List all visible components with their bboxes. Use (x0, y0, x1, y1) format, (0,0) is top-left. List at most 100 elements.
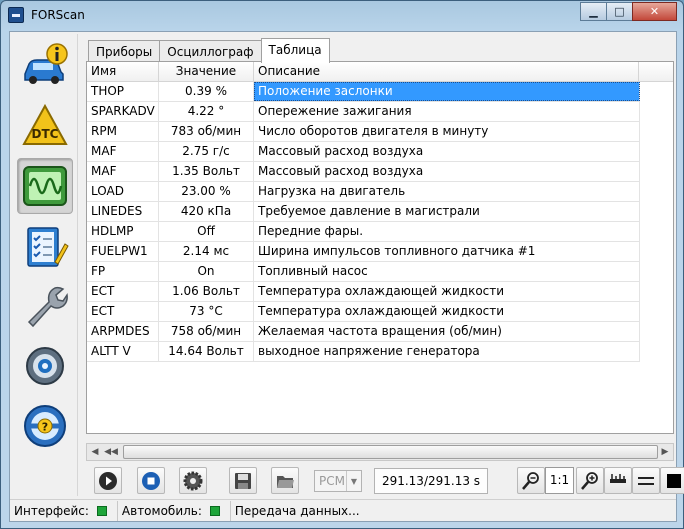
config-button[interactable] (179, 467, 207, 494)
tab-gauges[interactable]: Приборы (88, 40, 161, 63)
cell-description[interactable]: Желаемая частота вращения (об/мин) (254, 322, 640, 341)
stop-button[interactable] (137, 467, 165, 494)
title-bar[interactable]: FORScan ▁ □ ✕ (1, 1, 683, 31)
table-row[interactable]: ECT 73 °C Температура охлаждающей жидкости (87, 302, 640, 322)
cell-description[interactable]: Требуемое давление в магистрали (254, 202, 640, 221)
tab-oscilloscope[interactable]: Осциллограф (159, 40, 262, 63)
chevron-down-icon[interactable]: ▼ (346, 471, 361, 491)
cell-value[interactable]: 2.75 г/с (159, 142, 254, 161)
cell-name[interactable]: ALTT V (87, 342, 159, 361)
scroll-thumb[interactable] (123, 445, 658, 459)
cell-value[interactable]: 14.64 Вольт (159, 342, 254, 361)
sidebar: DTC ? (12, 34, 78, 496)
vehicle-info-button[interactable] (17, 38, 73, 94)
cell-name[interactable]: FUELPW1 (87, 242, 159, 261)
save-button[interactable] (229, 467, 257, 494)
cell-name[interactable]: MAF (87, 142, 159, 161)
cell-description[interactable]: Опережение зажигания (254, 102, 640, 121)
scroll-left-fast-button[interactable]: ◀◀ (103, 444, 119, 460)
table-row[interactable]: MAF 2.75 г/с Массовый расход воздуха (87, 142, 640, 162)
open-button[interactable] (271, 467, 299, 494)
fill-button[interactable] (660, 467, 684, 494)
cell-description[interactable]: Передние фары. (254, 222, 640, 241)
cell-name[interactable]: FP (87, 262, 159, 281)
cell-description[interactable]: Топливный насос (254, 262, 640, 281)
cell-value[interactable]: Off (159, 222, 254, 241)
cell-name[interactable]: RPM (87, 122, 159, 141)
cell-description[interactable]: выходное напряжение генератора (254, 342, 640, 361)
service-button[interactable] (17, 278, 73, 334)
cell-name[interactable]: HDLMP (87, 222, 159, 241)
scroll-right-button[interactable]: ▶ (657, 444, 673, 460)
floppy-disk-icon (235, 472, 251, 489)
settings-button[interactable] (17, 338, 73, 394)
cell-description[interactable]: Нагрузка на двигатель (254, 182, 640, 201)
column-header-description[interactable]: Описание (254, 62, 639, 82)
table-row[interactable]: MAF 1.35 Вольт Массовый расход воздуха (87, 162, 640, 182)
scroll-track[interactable] (119, 444, 658, 460)
window-controls: ▁ □ ✕ (580, 2, 677, 21)
table-row[interactable]: HDLMP Off Передние фары. (87, 222, 640, 242)
maximize-button[interactable]: □ (606, 2, 633, 21)
cell-value[interactable]: 2.14 мс (159, 242, 254, 261)
cell-value[interactable]: 23.00 % (159, 182, 254, 201)
table-row[interactable]: ECT 1.06 Вольт Температура охлаждающей жид… (87, 282, 640, 302)
table-row[interactable]: RPM 783 об/мин Число оборотов двигателя в … (87, 122, 640, 142)
help-button[interactable]: ? (17, 398, 73, 454)
table-row[interactable]: FUELPW1 2.14 мс Ширина импульсов топливног… (87, 242, 640, 262)
table-row[interactable]: THOP 0.39 % Положение заслонки (87, 82, 640, 102)
cell-value[interactable]: On (159, 262, 254, 281)
cell-name[interactable]: ECT (87, 282, 159, 301)
cell-value[interactable]: 1.06 Вольт (159, 282, 254, 301)
table-row[interactable]: ARPMDES 758 об/мин Желаемая частота вращен… (87, 322, 640, 342)
checklist-icon (27, 227, 69, 267)
zoom-in-button[interactable] (576, 467, 604, 494)
scroll-left-button[interactable]: ◀ (87, 444, 103, 460)
table-row[interactable]: ALTT V 14.64 Вольт выходное напряжение ген… (87, 342, 640, 362)
ruler-button[interactable] (604, 467, 632, 494)
cell-value[interactable]: 758 об/мин (159, 322, 254, 341)
cell-description[interactable]: Массовый расход воздуха (254, 162, 640, 181)
cell-value[interactable]: 4.22 ° (159, 102, 254, 121)
cell-description[interactable]: Число оборотов двигателя в минуту (254, 122, 640, 141)
cell-name[interactable]: LINEDES (87, 202, 159, 221)
grid-lines-button[interactable] (632, 467, 660, 494)
play-button[interactable] (94, 467, 122, 494)
minimize-button[interactable]: ▁ (580, 2, 607, 21)
steering-wheel-help-icon: ? (24, 405, 66, 447)
cell-name[interactable]: ECT (87, 302, 159, 321)
cell-value[interactable]: 420 кПа (159, 202, 254, 221)
cell-name[interactable]: THOP (87, 82, 159, 101)
dtc-button[interactable]: DTC (17, 98, 73, 154)
column-header-value[interactable]: Значение (159, 62, 254, 82)
play-icon (99, 471, 117, 490)
cell-value[interactable]: 73 °C (159, 302, 254, 321)
module-select[interactable]: PCM ▼ (314, 470, 362, 492)
oscilloscope-button[interactable] (17, 158, 73, 214)
table-row[interactable]: LOAD 23.00 % Нагрузка на двигатель (87, 182, 640, 202)
window-title: FORScan (31, 8, 85, 22)
close-button[interactable]: ✕ (632, 2, 677, 21)
cell-description[interactable]: Ширина импульсов топливного датчика #1 (254, 242, 640, 261)
cell-value[interactable]: 0.39 % (159, 82, 254, 101)
cell-description[interactable]: Массовый расход воздуха (254, 142, 640, 161)
tests-button[interactable] (17, 218, 73, 274)
table-row[interactable]: LINEDES 420 кПа Требуемое давление в магис… (87, 202, 640, 222)
cell-value[interactable]: 1.35 Вольт (159, 162, 254, 181)
cell-name[interactable]: ARPMDES (87, 322, 159, 341)
zoom-out-button[interactable] (517, 467, 545, 494)
tab-table[interactable]: Таблица (260, 38, 330, 63)
cell-description[interactable]: Температура охлаждающей жидкости (254, 282, 640, 301)
cell-name[interactable]: MAF (87, 162, 159, 181)
zoom-ratio-button[interactable]: 1:1 (545, 467, 574, 494)
cell-name[interactable]: SPARKADV (87, 102, 159, 121)
cell-value[interactable]: 783 об/мин (159, 122, 254, 141)
cell-name[interactable]: LOAD (87, 182, 159, 201)
table-row[interactable]: FP On Топливный насос (87, 262, 640, 282)
table-row[interactable]: SPARKADV 4.22 ° Опережение зажигания (87, 102, 640, 122)
column-header-name[interactable]: Имя (87, 62, 159, 82)
status-vehicle: Автомобиль: (118, 500, 231, 521)
cell-description[interactable]: Температура охлаждающей жидкости (254, 302, 640, 321)
horizontal-scrollbar[interactable]: ◀ ◀◀ ▶▶ ▶ (86, 443, 674, 461)
cell-description[interactable]: Положение заслонки (254, 82, 640, 101)
